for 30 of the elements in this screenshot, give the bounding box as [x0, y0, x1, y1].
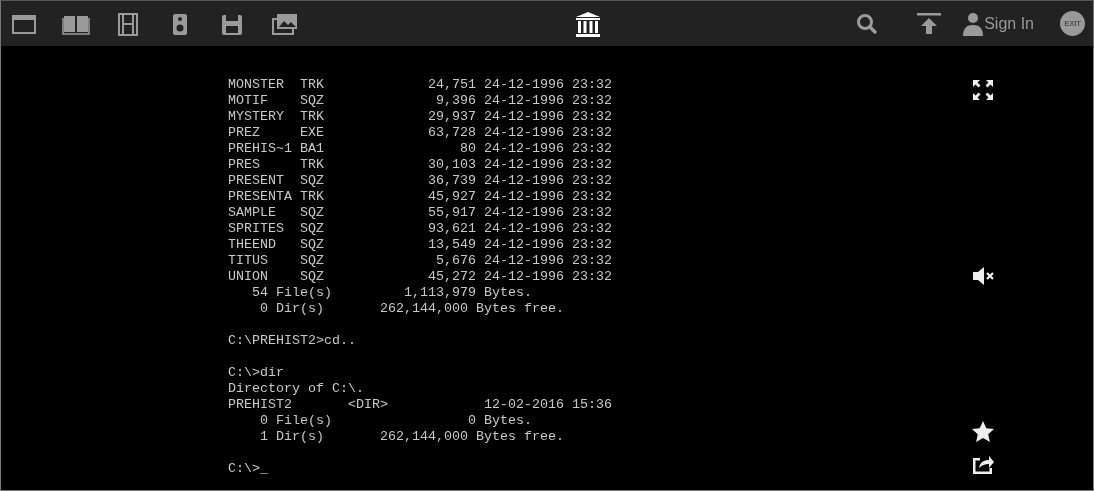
terminal-line: PREHIST2 <DIR> 12-02-2016 15:36 — [228, 397, 612, 413]
exit-button[interactable]: EXIT — [1060, 11, 1085, 36]
terminal-line: SAMPLE SQZ 55,917 24-12-1996 23:32 — [228, 205, 612, 221]
terminal-line: PRESENT SQZ 36,739 24-12-1996 23:32 — [228, 173, 612, 189]
fullscreen-icon[interactable] — [971, 78, 995, 102]
sign-in-label: Sign In — [984, 14, 1034, 33]
terminal-line: C:\PREHIST2>cd.. — [228, 333, 356, 349]
terminal-line: PREHIS~1 BA1 80 24-12-1996 23:32 — [228, 141, 612, 157]
terminal-line: PRES TRK 30,103 24-12-1996 23:32 — [228, 157, 612, 173]
terminal-line: MONSTER TRK 24,751 24-12-1996 23:32 — [228, 77, 612, 93]
person-icon — [963, 11, 984, 36]
terminal-line: UNION SQZ 45,272 24-12-1996 23:32 — [228, 269, 612, 285]
terminal-line: C:\>dir — [228, 365, 284, 381]
sign-in-link[interactable]: Sign In — [963, 11, 1034, 36]
terminal-line: 1 Dir(s) 262,144,000 Bytes free. — [259, 429, 564, 445]
terminal-line: MOTIF SQZ 9,396 24-12-1996 23:32 — [228, 93, 612, 109]
star-icon[interactable] — [971, 420, 995, 444]
terminal-line: PRESENTA TRK 45,927 24-12-1996 23:32 — [228, 189, 612, 205]
temple-logo-icon[interactable] — [573, 9, 602, 38]
mute-icon[interactable] — [971, 264, 995, 288]
terminal-line: Directory of C:\. — [228, 381, 364, 397]
terminal-line: 0 Dir(s) 262,144,000 Bytes free. — [259, 301, 564, 317]
terminal-line: THEEND SQZ 13,549 24-12-1996 23:32 — [228, 237, 612, 253]
terminal-line: MYSTERY TRK 29,937 24-12-1996 23:32 — [228, 109, 612, 125]
terminal-line: 0 File(s) 0 Bytes. — [259, 413, 532, 429]
terminal-line: SPRITES SQZ 93,621 24-12-1996 23:32 — [228, 221, 612, 237]
terminal-line: C:\>_ — [228, 461, 268, 477]
terminal-line: TITUS SQZ 5,676 24-12-1996 23:32 — [228, 253, 612, 269]
terminal-line: 54 File(s) 1,113,979 Bytes. — [251, 285, 532, 301]
terminal-line: PREZ EXE 63,728 24-12-1996 23:32 — [228, 125, 612, 141]
